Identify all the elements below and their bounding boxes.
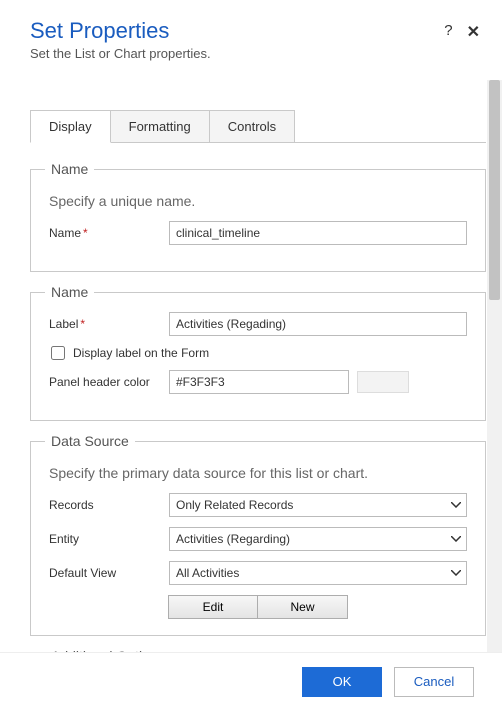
panel-color-label: Panel header color <box>49 375 169 389</box>
name-label: Name* <box>49 226 169 240</box>
default-view-select[interactable] <box>169 561 467 585</box>
panel-color-input[interactable] <box>169 370 349 394</box>
new-button[interactable]: New <box>258 595 348 619</box>
section-label: Name Label* Display label on the Form Pa… <box>30 284 486 421</box>
section-name-desc: Specify a unique name. <box>49 193 467 209</box>
vertical-scrollbar[interactable] <box>487 80 502 652</box>
tab-bar: Display Formatting Controls <box>30 110 486 143</box>
close-icon[interactable]: ✕ <box>467 22 480 42</box>
label-label: Label* <box>49 317 169 331</box>
entity-label: Entity <box>49 532 169 546</box>
display-label-checkbox[interactable] <box>51 346 65 360</box>
panel-color-swatch[interactable] <box>357 371 409 393</box>
section-name: Name Specify a unique name. Name* <box>30 161 486 272</box>
cancel-button[interactable]: Cancel <box>394 667 474 697</box>
label-input[interactable] <box>169 312 467 336</box>
section-datasource: Data Source Specify the primary data sou… <box>30 433 486 636</box>
records-select[interactable] <box>169 493 467 517</box>
tab-controls[interactable]: Controls <box>210 110 295 143</box>
dialog-subtitle: Set the List or Chart properties. <box>30 46 480 61</box>
tab-display[interactable]: Display <box>30 110 111 143</box>
tab-formatting[interactable]: Formatting <box>111 110 210 143</box>
name-input[interactable] <box>169 221 467 245</box>
scrollbar-thumb[interactable] <box>489 80 500 300</box>
ok-button[interactable]: OK <box>302 667 382 697</box>
section-label-legend: Name <box>45 284 94 300</box>
dialog-title: Set Properties <box>30 18 169 44</box>
help-icon[interactable]: ? <box>444 22 452 42</box>
section-name-legend: Name <box>45 161 94 177</box>
edit-button[interactable]: Edit <box>168 595 258 619</box>
default-view-label: Default View <box>49 566 169 580</box>
section-datasource-desc: Specify the primary data source for this… <box>49 465 467 481</box>
section-datasource-legend: Data Source <box>45 433 135 449</box>
display-label-checkbox-label: Display label on the Form <box>73 346 209 360</box>
records-label: Records <box>49 498 169 512</box>
entity-select[interactable] <box>169 527 467 551</box>
